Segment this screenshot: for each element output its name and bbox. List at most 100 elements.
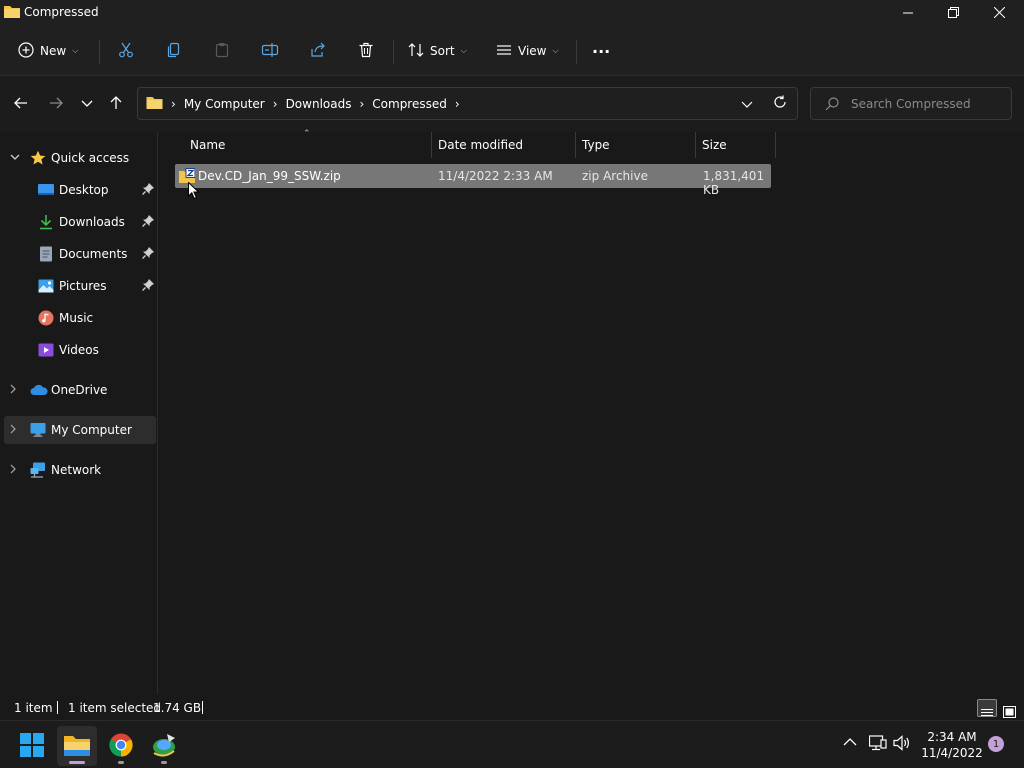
column-divider[interactable] (575, 132, 576, 158)
sidebar-item-label: OneDrive (51, 383, 108, 397)
sort-button[interactable]: Sort ⌵ (408, 36, 467, 66)
share-button[interactable] (304, 38, 332, 64)
clock-time: 2:34 AM (927, 730, 977, 744)
minimize-button[interactable] (885, 0, 931, 28)
active-indicator (69, 761, 85, 764)
up-button[interactable] (104, 92, 128, 116)
sidebar-item-pictures[interactable]: Pictures (4, 272, 156, 300)
star-icon (30, 150, 46, 166)
chevron-right-icon[interactable] (10, 384, 17, 397)
sidebar-item-quick-access[interactable]: Quick access (4, 144, 156, 172)
mouse-cursor-icon (188, 181, 200, 203)
chevron-right-icon[interactable]: › (273, 97, 278, 111)
folder-icon (146, 95, 163, 112)
chevron-right-icon[interactable] (10, 424, 17, 437)
refresh-button[interactable] (773, 95, 787, 112)
paste-button[interactable] (208, 38, 236, 64)
forward-button[interactable] (44, 92, 68, 116)
pin-icon[interactable] (142, 183, 154, 198)
table-row[interactable]: Dev.CD_Jan_99_SSW.zip 11/4/2022 2:33 AM … (175, 164, 771, 197)
search-input[interactable] (851, 95, 1001, 113)
back-button[interactable] (9, 92, 33, 116)
sidebar-item-network[interactable]: Network (4, 456, 156, 484)
address-history-dropdown[interactable] (741, 98, 753, 112)
sidebar-item-music[interactable]: Music (4, 304, 156, 332)
chevron-right-icon[interactable]: › (359, 97, 364, 111)
recent-locations-button[interactable] (75, 92, 99, 116)
sidebar-item-documents[interactable]: Documents (4, 240, 156, 268)
pin-icon[interactable] (142, 215, 154, 230)
chevron-right-icon[interactable] (10, 464, 17, 477)
sort-ascending-icon: ⌃ (303, 129, 311, 139)
item-count: 1 item (14, 701, 53, 715)
view-button[interactable]: View ⌵ (496, 36, 559, 66)
rename-button[interactable] (256, 38, 284, 64)
column-header-size[interactable]: Size (702, 132, 727, 158)
network-status-icon[interactable] (868, 735, 887, 754)
sidebar-item-label: Documents (59, 247, 128, 261)
new-button[interactable]: New ⌵ (18, 36, 78, 66)
start-button[interactable] (12, 726, 52, 766)
breadcrumb-compressed[interactable]: Compressed (372, 97, 447, 111)
sidebar-item-desktop[interactable]: Desktop (4, 176, 156, 204)
sidebar-item-onedrive[interactable]: OneDrive (4, 376, 156, 404)
column-header-name[interactable]: Name (190, 132, 225, 158)
sort-icon (408, 42, 424, 61)
pin-icon[interactable] (142, 247, 154, 262)
taskbar-download-manager[interactable] (144, 726, 184, 766)
cut-button[interactable] (112, 38, 140, 64)
network-icon (30, 462, 46, 478)
search-box[interactable] (810, 87, 1012, 120)
clock[interactable]: 2:34 AM 11/4/2022 (912, 729, 992, 761)
ellipsis-icon: ··· (592, 41, 611, 61)
details-view-button[interactable] (977, 699, 997, 717)
chrome-icon (109, 733, 133, 760)
file-name: Dev.CD_Jan_99_SSW.zip (198, 169, 341, 183)
column-header-type[interactable]: Type (582, 132, 610, 158)
toolbar-divider (393, 40, 394, 64)
pin-icon[interactable] (142, 279, 154, 294)
running-indicator (118, 761, 124, 764)
file-explorer-icon (64, 734, 90, 759)
copy-icon (166, 42, 182, 61)
navigation-bar: › My Computer › Downloads › Compressed › (0, 76, 1024, 132)
taskbar-file-explorer[interactable] (57, 726, 97, 766)
chevron-down-icon[interactable] (10, 153, 20, 164)
address-bar[interactable]: › My Computer › Downloads › Compressed › (137, 87, 798, 120)
arrow-right-icon (49, 96, 63, 113)
sidebar-item-videos[interactable]: Videos (4, 336, 156, 364)
chevron-right-icon[interactable]: › (455, 97, 460, 111)
close-button[interactable] (976, 0, 1022, 28)
show-hidden-icons-button[interactable] (843, 735, 857, 752)
column-divider[interactable] (775, 132, 776, 158)
sidebar-item-label: Videos (59, 343, 99, 357)
breadcrumb-downloads[interactable]: Downloads (286, 97, 352, 111)
delete-button[interactable] (352, 38, 380, 64)
status-divider (202, 701, 203, 714)
taskbar-chrome[interactable] (101, 726, 141, 766)
folder-icon (4, 4, 20, 21)
large-icons-view-button[interactable] (1000, 699, 1018, 718)
chevron-right-icon: › (171, 96, 176, 111)
windows-logo-icon (20, 732, 44, 760)
notification-badge[interactable]: 1 (988, 736, 1004, 752)
column-header-date-modified[interactable]: Date modified (438, 132, 523, 158)
sidebar-item-downloads[interactable]: Downloads (4, 208, 156, 236)
sidebar-item-label: Desktop (59, 183, 109, 197)
breadcrumb-my-computer[interactable]: My Computer (184, 97, 265, 111)
column-divider[interactable] (431, 132, 432, 158)
title-bar: Compressed (0, 0, 1024, 28)
column-divider[interactable] (695, 132, 696, 158)
scissors-icon (118, 42, 134, 61)
tiles-view-icon (1002, 706, 1016, 721)
details-view-icon (981, 707, 993, 721)
sidebar-item-my-computer[interactable]: My Computer (4, 416, 156, 444)
restore-button[interactable] (930, 0, 976, 28)
more-options-button[interactable]: ··· (592, 36, 610, 66)
navigation-pane: Quick access Desktop Downloads Documents… (0, 132, 158, 694)
toolbar-divider (99, 40, 100, 64)
sidebar-item-label: Downloads (59, 215, 125, 229)
volume-icon[interactable] (893, 735, 911, 754)
file-list: ⌃ Name Date modified Type Size Dev.CD_Ja… (159, 129, 1024, 694)
copy-button[interactable] (160, 38, 188, 64)
